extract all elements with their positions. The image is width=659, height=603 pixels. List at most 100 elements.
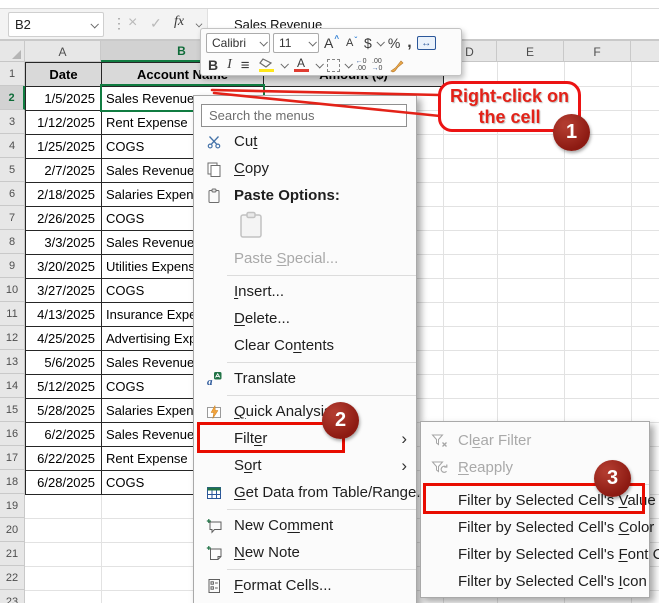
decrease-decimal-button[interactable]: .00 →0 (371, 58, 382, 72)
row-header-13[interactable]: 13 (0, 350, 25, 374)
increase-decimal-button[interactable]: ←0.00 (356, 58, 367, 72)
menu-item-format-cells[interactable]: Format Cells... (194, 572, 416, 599)
row-header-3[interactable]: 3 (0, 110, 25, 134)
font-name-select[interactable]: Calibri (206, 33, 270, 53)
row-header-14[interactable]: 14 (0, 374, 25, 398)
menu-item-clear-contents[interactable]: Clear Contents (194, 332, 416, 359)
row-header-8[interactable]: 8 (0, 230, 25, 254)
row-header-17[interactable]: 17 (0, 446, 25, 470)
menu-item-sort[interactable]: Sort › (194, 452, 416, 479)
chevron-down-icon[interactable] (344, 60, 353, 69)
row-header-1[interactable]: 1 (0, 62, 25, 86)
row-header-5[interactable]: 5 (0, 158, 25, 182)
cell-A14[interactable]: 5/12/2025 (26, 375, 102, 399)
insert-function-icon[interactable]: fx (174, 14, 187, 30)
cell-A18[interactable]: 6/28/2025 (26, 471, 102, 495)
menu-item-insert[interactable]: Insert... (194, 278, 416, 305)
row-header-7[interactable]: 7 (0, 206, 25, 230)
column-header-G[interactable]: G (631, 41, 659, 62)
format-painter-icon[interactable] (387, 55, 407, 75)
menu-item-filter-by-icon[interactable]: Filter by Selected Cell's Icon (421, 568, 649, 595)
row-header-9[interactable]: 9 (0, 254, 25, 278)
borders-button[interactable]: ≡ (239, 55, 252, 75)
column-header-A[interactable]: A (25, 41, 101, 62)
row-header-18[interactable]: 18 (0, 470, 25, 494)
cell-A15[interactable]: 5/28/2025 (26, 399, 102, 423)
cell-A16[interactable]: 6/2/2025 (26, 423, 102, 447)
paste-option-keep-source-button[interactable] (194, 209, 416, 245)
cell-A2[interactable]: 1/5/2025 (26, 87, 102, 111)
cell-A9[interactable]: 3/20/2025 (26, 255, 102, 279)
select-all-corner[interactable] (0, 41, 25, 62)
cell-A10[interactable]: 3/27/2025 (26, 279, 102, 303)
chevron-down-icon[interactable] (315, 60, 324, 69)
row-header-6[interactable]: 6 (0, 182, 25, 206)
menu-item-cut[interactable]: Cut (194, 128, 416, 155)
cell-A11[interactable]: 4/13/2025 (26, 303, 102, 327)
bold-button[interactable]: B (206, 55, 220, 75)
chevron-down-icon[interactable] (280, 60, 289, 69)
mini-toolbar: Calibri 11 A ^ Aˇ $ % , ↔ B I ≡ A ←0 .00… (200, 28, 462, 76)
menu-item-label: Cut (234, 133, 258, 150)
merge-center-icon[interactable]: ↔ (416, 36, 436, 50)
row-header-2[interactable]: 2 (0, 86, 25, 110)
italic-button[interactable]: I (225, 55, 234, 75)
menu-item-filter[interactable]: Filter › (194, 425, 416, 452)
row-header-16[interactable]: 16 (0, 422, 25, 446)
menu-item-filter-by-font-color[interactable]: Filter by Selected Cell's Font Color (421, 541, 659, 568)
name-box[interactable]: B2 (8, 12, 104, 37)
menu-item-delete[interactable]: Delete... (194, 305, 416, 332)
cell-A13[interactable]: 5/6/2025 (26, 351, 102, 375)
menu-item-quick-analysis[interactable]: Quick Analysis (194, 398, 416, 425)
font-color-button[interactable]: A (292, 55, 311, 75)
menu-item-get-data[interactable]: Get Data from Table/Range... (194, 479, 429, 506)
cell-A5[interactable]: 2/7/2025 (26, 159, 102, 183)
fx-chevron-icon (195, 20, 203, 28)
row-header-15[interactable]: 15 (0, 398, 25, 422)
cell-A8[interactable]: 3/3/2025 (26, 231, 102, 255)
border-style-icon[interactable] (326, 58, 340, 72)
row-header-10[interactable]: 10 (0, 278, 25, 302)
column-header-E[interactable]: E (497, 41, 564, 62)
row-header-19[interactable]: 19 (0, 494, 25, 518)
new-note-icon (205, 544, 223, 562)
row-header-4[interactable]: 4 (0, 134, 25, 158)
menu-item-new-note[interactable]: New Note (194, 539, 416, 566)
step-1-badge: 1 (553, 114, 590, 151)
row-header-20[interactable]: 20 (0, 518, 25, 542)
menu-item-new-comment[interactable]: New Comment (194, 512, 416, 539)
chevron-down-icon[interactable] (90, 19, 99, 29)
row-header-11[interactable]: 11 (0, 302, 25, 326)
menu-item-label: Quick Analysis (234, 403, 332, 420)
decrease-font-size-button[interactable]: Aˇ (344, 33, 359, 53)
font-size-select[interactable]: 11 (273, 33, 319, 53)
menu-item-filter-by-color[interactable]: Filter by Selected Cell's Color (421, 514, 654, 541)
cell-A12[interactable]: 4/25/2025 (26, 327, 102, 351)
row-header-12[interactable]: 12 (0, 326, 25, 350)
cancel-icon[interactable]: × (128, 14, 137, 32)
enter-icon[interactable]: ✓ (150, 15, 162, 32)
percent-style-button[interactable]: % (386, 33, 402, 53)
column-header-F[interactable]: F (564, 41, 631, 62)
row-header-23[interactable]: 23 (0, 590, 25, 603)
menu-item-copy[interactable]: Copy (194, 155, 416, 182)
cell-A17[interactable]: 6/22/2025 (26, 447, 102, 471)
cell-A4[interactable]: 1/25/2025 (26, 135, 102, 159)
table-header-date[interactable]: Date (26, 63, 102, 87)
comma-style-button[interactable]: , (405, 33, 413, 53)
row-header-21[interactable]: 21 (0, 542, 25, 566)
cell-A3[interactable]: 1/12/2025 (26, 111, 102, 135)
increase-font-size-button[interactable]: A ^ (322, 33, 341, 53)
accounting-format-button[interactable]: $ (362, 33, 374, 53)
fill-color-button[interactable] (257, 55, 276, 75)
row-header-22[interactable]: 22 (0, 566, 25, 590)
menu-item-translate[interactable]: a Translate (194, 365, 416, 392)
menu-item-paste-options[interactable]: Paste Options: (194, 182, 416, 209)
fill-color-swatch (258, 69, 274, 72)
cell-A6[interactable]: 2/18/2025 (26, 183, 102, 207)
menu-item-label: Filter by Selected Cell's Color (458, 519, 655, 536)
chevron-down-icon[interactable] (376, 38, 385, 47)
menu-item-label: Clear Filter (458, 432, 532, 449)
cell-A7[interactable]: 2/26/2025 (26, 207, 102, 231)
search-input[interactable]: Search the menus (201, 104, 407, 127)
